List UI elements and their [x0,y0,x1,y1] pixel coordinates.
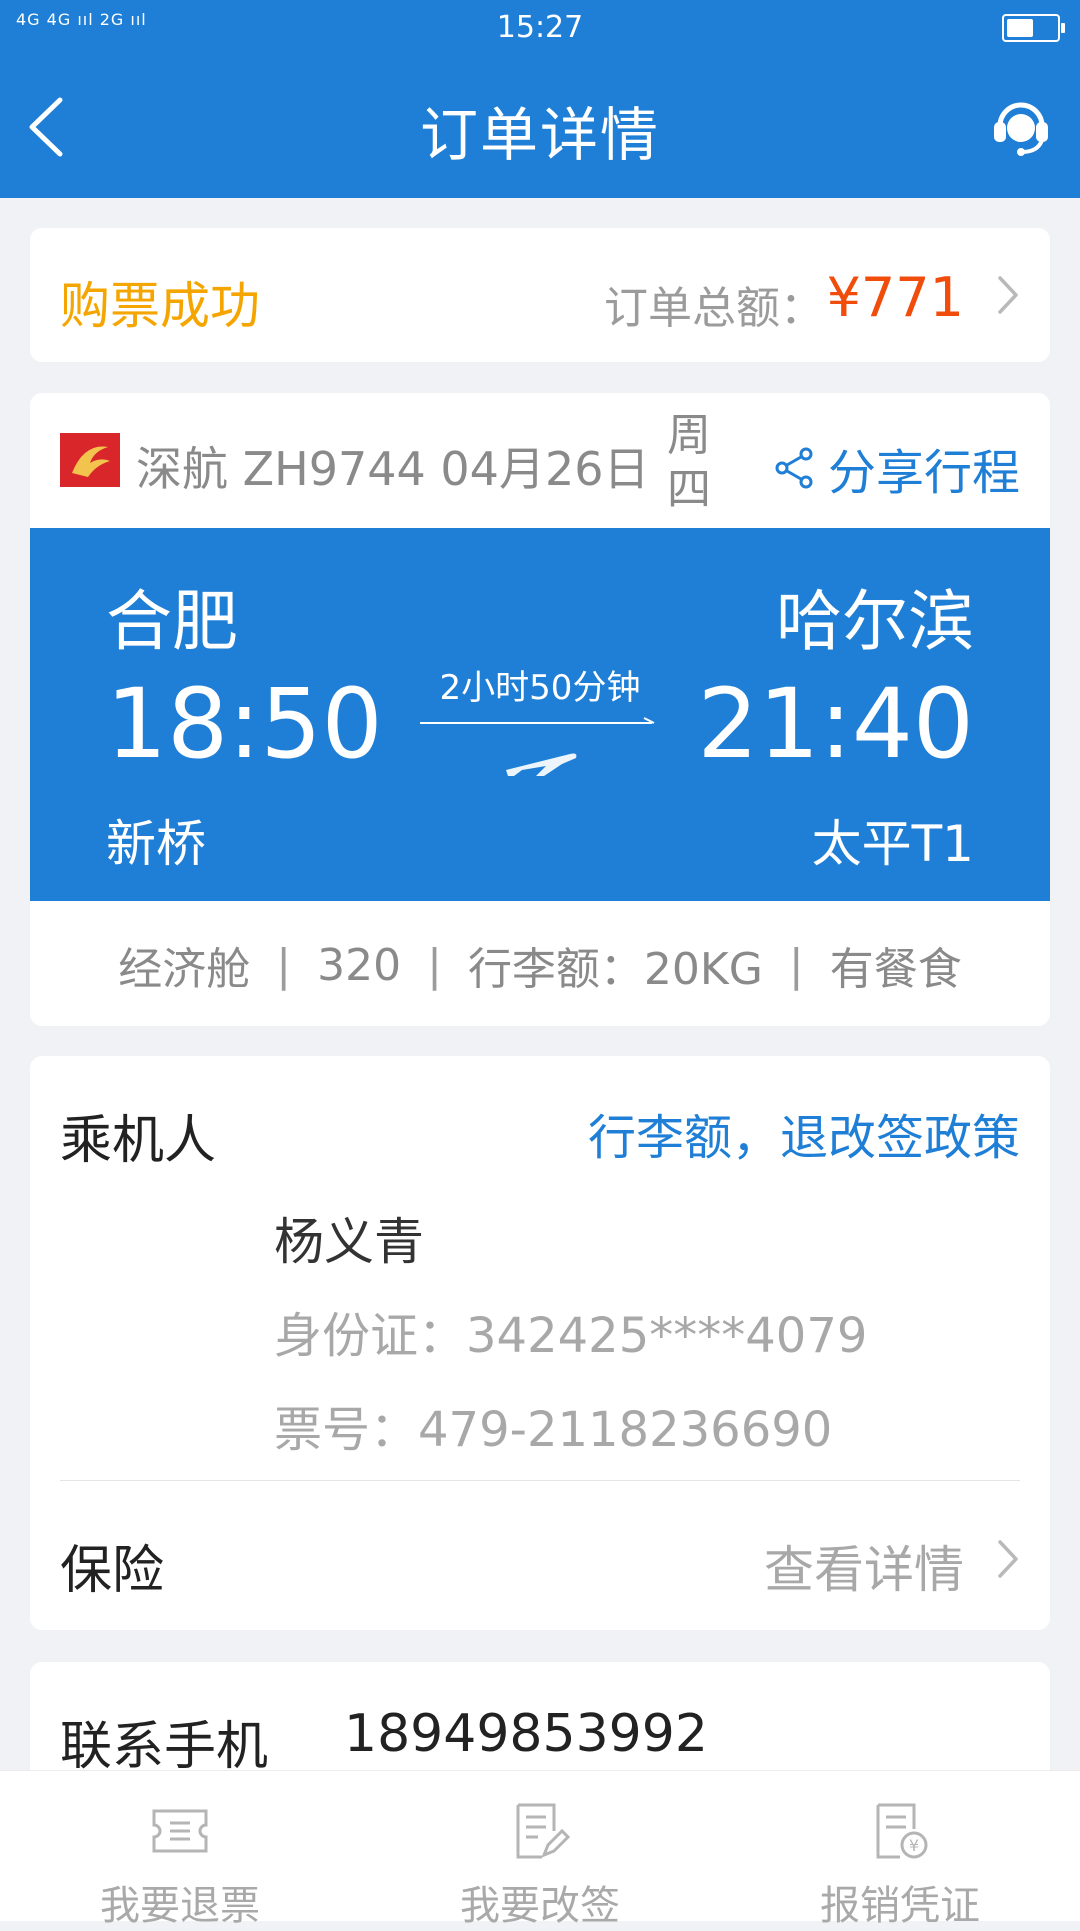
ticket-icon [152,1809,208,1853]
arrival-airport: 太平T1 [811,815,974,873]
separator: | [788,939,804,991]
cabin-class: 经济舱 [118,944,251,995]
departure-city: 合肥 [106,583,238,660]
route-section: 合肥 哈尔滨 18:50 21:40 新桥 太平T1 2小时50分钟 [30,528,1050,901]
edit-doc-icon [516,1803,571,1859]
svg-text:¥: ¥ [909,1836,919,1855]
order-status-card[interactable]: 购票成功 订单总额： ¥771 [30,228,1050,362]
insurance-details-link[interactable]: 查看详情 [764,1530,964,1602]
passenger-name: 杨义青 [274,1213,424,1271]
change-ticket-tab[interactable]: 我要改签 [360,1771,720,1929]
separator: | [276,939,292,991]
passenger-id: 身份证：342425****4079 [274,1308,868,1364]
headset-icon [994,102,1048,156]
arrival-city: 哈尔滨 [776,583,974,660]
page-title: 订单详情 [419,101,660,169]
refund-tab-label: 我要退票 [100,1883,260,1929]
baggage-allowance: 行李额：20KG [467,944,763,995]
receipt-icon: ¥ [876,1803,928,1859]
policy-link[interactable]: 行李额，退改签政策 [588,1098,1020,1168]
share-itinerary-button[interactable]: 分享行程 [774,433,1020,503]
separator: | [427,939,442,991]
receipt-tab[interactable]: ¥ 报销凭证 [720,1771,1080,1929]
chevron-right-icon [998,276,1018,314]
route-arrow-icon [420,717,655,724]
status-time: 15:27 [496,10,584,45]
meal-info: 有餐食 [829,944,962,995]
bottom-action-bar: 我要退票 我要改签 ¥ 报销凭证 [0,1770,1080,1929]
passenger-card: 乘机人 行李额，退改签政策 杨义青 身份证：342425****4079 票号：… [30,1056,1050,1630]
status-bar: 4G 4G ııl 2G ııl 15:27 [0,0,1080,56]
departure-airport: 新桥 [106,815,206,873]
cabin-info-row: 经济舱 | 320 | 行李额：20KG | 有餐食 [30,903,1050,1026]
nav-bar: 订单详情 [0,56,1080,198]
insurance-label: 保险 [60,1541,165,1601]
share-itinerary-label: 分享行程 [827,445,1020,501]
refund-tab[interactable]: 我要退票 [0,1771,360,1929]
divider [60,1480,1020,1481]
flight-weekday: 周四 [667,410,711,515]
receipt-tab-label: 报销凭证 [820,1883,980,1929]
flight-duration: 2小时50分钟 [439,668,641,708]
order-total-label: 订单总额： [604,283,824,334]
chevron-right-icon [998,1540,1018,1578]
ticket-number: 票号：479-2118236690 [274,1402,833,1458]
battery-icon [1002,14,1065,42]
flight-card: 深航 ZH9744 04月26日 周四 分享行程 合肥 哈尔滨 18:50 21… [30,393,1050,1026]
change-ticket-tab-label: 我要改签 [460,1883,620,1929]
contact-phone: 18949853992 [344,1704,708,1764]
contact-label: 联系手机 [60,1717,269,1777]
passenger-label: 乘机人 [60,1111,217,1171]
share-icon [775,447,813,489]
airplane-icon [506,753,577,776]
order-total-value: ¥771 [826,266,964,329]
airline-logo-icon [60,433,120,487]
purchase-status: 购票成功 [60,277,260,335]
flight-info: 深航 ZH9744 04月26日 [136,442,650,496]
customer-service-button[interactable] [988,92,1054,158]
aircraft-type: 320 [317,939,402,991]
